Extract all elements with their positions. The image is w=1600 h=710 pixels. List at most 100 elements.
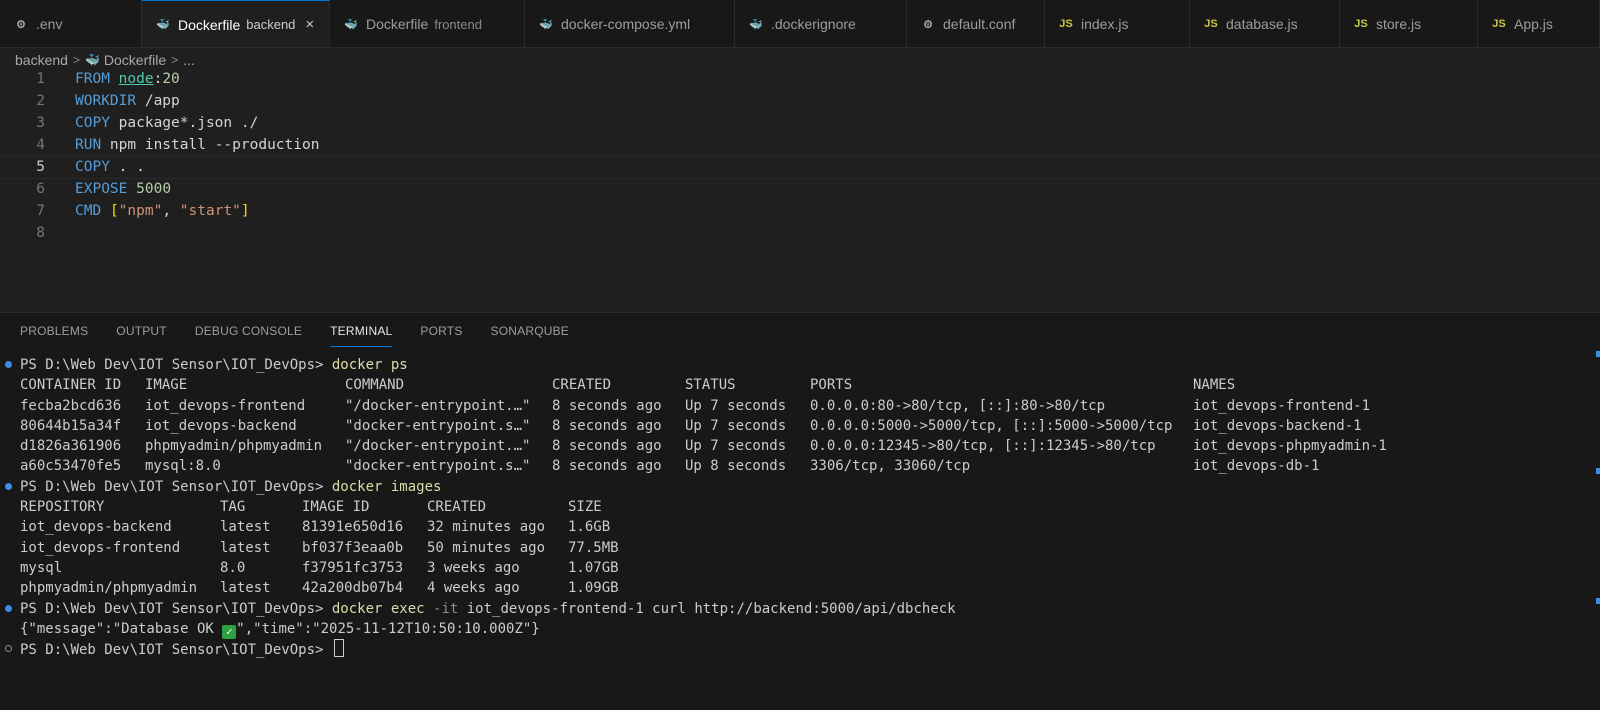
table-header: COMMAND [345, 377, 405, 394]
tab-label: database.js [1226, 16, 1298, 32]
table-cell: mysql:8.0 [145, 458, 221, 475]
table-cell: phpmyadmin/phpmyadmin [20, 580, 198, 597]
tab-dockerfile-backend[interactable]: 🐳 Dockerfile backend × [142, 0, 330, 47]
tab-database-js[interactable]: JS database.js [1190, 0, 1340, 47]
table-cell: iot_devops-frontend [20, 539, 181, 556]
panel-tab-problems[interactable]: PROBLEMS [20, 324, 88, 346]
code-line-current[interactable]: COPY . . [75, 156, 145, 178]
table-header: STATUS [685, 377, 736, 394]
table-cell: 1.6GB [568, 519, 611, 536]
command-success-icon [5, 361, 12, 368]
table-cell: latest [220, 539, 271, 556]
breadcrumb-folder[interactable]: backend [15, 52, 68, 68]
docker-icon: 🐳 [344, 18, 358, 31]
terminal-prompt: PS D:\Web Dev\IOT Sensor\IOT_DevOps> [20, 642, 332, 659]
table-cell: 1.09GB [568, 580, 619, 597]
docker-icon: 🐳 [156, 19, 170, 31]
table-cell: iot_devops-phpmyadmin-1 [1193, 438, 1387, 455]
table-row: 80644b15a34f iot_devops-backend "docker-en… [0, 416, 1600, 436]
tab-label: Dockerfile [366, 16, 429, 32]
table-cell: phpmyadmin/phpmyadmin [145, 438, 323, 455]
docker-icon: 🐳 [84, 53, 100, 67]
table-header: CREATED [552, 377, 612, 394]
tab-store-js[interactable]: JS store.js [1340, 0, 1478, 47]
table-cell: a60c53470fe5 [20, 458, 122, 475]
tab--dockerignore[interactable]: 🐳 .dockerignore [735, 0, 907, 47]
breadcrumb-more[interactable]: ... [183, 52, 195, 68]
tab-label: .env [36, 16, 63, 32]
code-line[interactable]: CMD ["npm", "start"] [75, 200, 250, 222]
tab--env[interactable]: ⚙ .env [0, 0, 142, 47]
table-cell: iot_devops-backend [145, 417, 297, 434]
command-success-icon [5, 482, 12, 490]
table-header: SIZE [568, 499, 602, 516]
js-icon: JS [1204, 18, 1218, 30]
dockerignore-icon: 🐳 [749, 18, 763, 31]
panel-tab-output[interactable]: OUTPUT [116, 324, 167, 346]
scroll-marker [1596, 351, 1600, 357]
code-line[interactable]: EXPOSE 5000 [75, 178, 171, 200]
line-number-current: 5 [36, 159, 45, 175]
line-number: 8 [36, 225, 45, 241]
code-line[interactable]: COPY package*.json ./ [75, 112, 258, 134]
prompt-command: PS D:\Web Dev\IOT Sensor\IOT_DevOps> doc… [20, 599, 956, 619]
command-pending-icon [5, 645, 12, 653]
terminal-output-line: {"message":"Database OK ✓ ","time":"2025-… [0, 619, 1600, 639]
scroll-marker [1596, 598, 1600, 604]
terminal-command: docker ps [331, 357, 408, 373]
code-line[interactable]: WORKDIR /app [75, 90, 180, 112]
line-number: 7 [36, 203, 45, 219]
active-prompt[interactable]: PS D:\Web Dev\IOT Sensor\IOT_DevOps> [20, 639, 344, 660]
tab-dockerfile-frontend[interactable]: 🐳 Dockerfile frontend [330, 0, 525, 47]
terminal-prompt: PS D:\Web Dev\IOT Sensor\IOT_DevOps> [20, 478, 332, 495]
table-row: iot_devops-backend latest 81391e650d16 32 m… [0, 517, 1600, 537]
code-editor[interactable]: 1 FROM node:20 2 WORKDIR /app 3 COPY packag… [0, 68, 1600, 308]
table-cell: 0.0.0.0:80->80/tcp, [::]:80->80/tcp [810, 397, 1106, 414]
table-cell: Up 7 seconds [685, 417, 787, 434]
check-icon: ✓ [222, 624, 237, 639]
terminal-args: iot_devops-frontend-1 curl http://backen… [466, 600, 956, 617]
tab-label: default.conf [943, 16, 1016, 32]
tab-app-js[interactable]: JS App.js [1478, 0, 1600, 47]
bottom-panel: PROBLEMS OUTPUT DEBUG CONSOLE TERMINAL PORTS… [0, 312, 1600, 710]
panel-tab-terminal[interactable]: TERMINAL [330, 324, 393, 347]
table-cell: 81391e650d16 [302, 519, 404, 536]
table-cell: 32 minutes ago [427, 519, 546, 536]
table-header: PORTS [810, 377, 853, 394]
code-line[interactable]: FROM node:20 [75, 68, 180, 90]
scrollbar[interactable] [1594, 313, 1600, 710]
table-header: REPOSITORY [20, 499, 105, 516]
tab-default-conf[interactable]: ⚙ default.conf [907, 0, 1045, 47]
table-cell: latest [220, 580, 271, 597]
table-cell: 50 minutes ago [427, 539, 546, 556]
tab-label: .dockerignore [771, 16, 856, 32]
table-header: NAMES [1193, 377, 1236, 394]
line-number: 4 [36, 137, 45, 153]
close-icon[interactable]: × [305, 16, 314, 33]
table-row: iot_devops-frontend latest bf037f3eaa0b 50 … [0, 538, 1600, 558]
panel-tab-debug-console[interactable]: DEBUG CONSOLE [195, 324, 302, 346]
breadcrumb-file[interactable]: Dockerfile [104, 52, 166, 68]
docker-compose-icon: 🐳 [539, 18, 553, 31]
chevron-right-icon: > [72, 53, 80, 67]
table-cell: Up 8 seconds [685, 458, 787, 475]
table-cell: Up 7 seconds [685, 438, 787, 455]
table-header: TAG [220, 499, 246, 516]
terminal-command: docker exec [331, 600, 425, 617]
table-cell: 8 seconds ago [552, 438, 662, 455]
tab-docker-compose-yml[interactable]: 🐳 docker-compose.yml [525, 0, 735, 47]
panel-tab-ports[interactable]: PORTS [420, 324, 462, 346]
table-row: fecba2bcd636 iot_devops-frontend "/docker-… [0, 396, 1600, 416]
terminal[interactable]: PS D:\Web Dev\IOT Sensor\IOT_DevOps> doc… [0, 355, 1600, 659]
table-header: CONTAINER ID [20, 377, 122, 394]
table-cell: Up 7 seconds [685, 397, 787, 414]
table-cell: 4 weeks ago [427, 580, 520, 597]
terminal-output-line: REPOSITORY TAG IMAGE ID CREATED SIZE [0, 497, 1600, 517]
panel-tab-sonarqube[interactable]: SONARQUBE [491, 324, 569, 346]
editor-tab-bar: ⚙ .env 🐳 Dockerfile backend × 🐳 Dockerfile front… [0, 0, 1600, 48]
tab-label: docker-compose.yml [561, 16, 691, 32]
code-line[interactable]: RUN npm install --production [75, 134, 319, 156]
table-cell: 80644b15a34f [20, 417, 122, 434]
gear-icon: ⚙ [16, 18, 26, 31]
tab-index-js[interactable]: JS index.js [1045, 0, 1190, 47]
